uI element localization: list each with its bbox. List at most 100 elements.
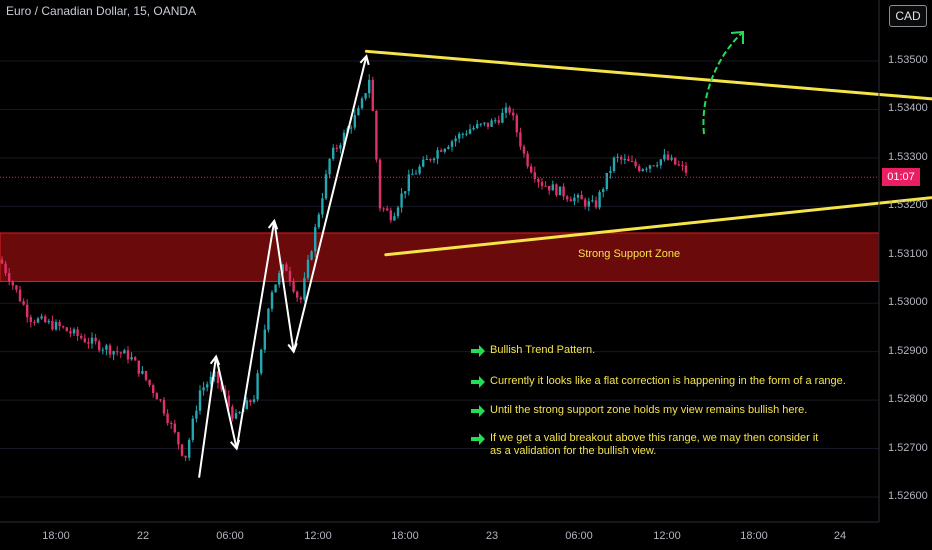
x-tick-label: 12:00 — [653, 530, 681, 542]
candle-body — [288, 271, 292, 282]
candle-body — [436, 150, 439, 159]
candle-body — [234, 413, 238, 419]
candle-body — [609, 171, 612, 173]
candle-body — [231, 406, 234, 419]
candle-body — [324, 174, 328, 199]
candle-body — [105, 345, 108, 350]
candle-body — [195, 410, 198, 419]
candle-body — [180, 444, 184, 456]
candle-body — [594, 200, 598, 208]
candle-body — [33, 322, 36, 324]
candle-body — [569, 199, 572, 202]
y-tick-label: 1.53300 — [888, 151, 928, 163]
candle-body — [371, 79, 374, 111]
candle-body — [378, 159, 382, 209]
x-tick-label: 23 — [485, 530, 499, 542]
candle-body — [522, 146, 526, 154]
candle-body — [177, 432, 180, 445]
candle-body — [526, 153, 529, 167]
x-tick-label: 22 — [136, 530, 150, 542]
candle-body — [278, 273, 281, 285]
candle-body — [447, 146, 450, 149]
candle-body — [501, 112, 504, 123]
candle-body — [375, 110, 378, 160]
candle-body — [670, 157, 673, 160]
candle-body — [414, 173, 418, 175]
candle-body — [440, 150, 443, 152]
candle-body — [47, 320, 50, 323]
candle-body — [634, 161, 637, 167]
candle-body — [36, 318, 40, 323]
candle-body — [411, 174, 414, 176]
candle-body — [58, 322, 61, 327]
candle-body — [591, 200, 594, 202]
y-tick-label: 1.53200 — [888, 199, 928, 211]
candle-body — [18, 289, 22, 302]
candle-body — [602, 189, 605, 193]
candle-body — [270, 292, 274, 309]
y-tick-label: 1.53100 — [888, 248, 928, 260]
candle-body — [317, 214, 320, 228]
currency-button[interactable]: CAD — [889, 5, 927, 27]
candle-body — [519, 132, 522, 147]
candle-body — [296, 291, 299, 298]
candle-body — [429, 159, 432, 161]
candle-body — [630, 161, 634, 163]
price-chart[interactable] — [0, 0, 932, 550]
note-item: If we get a valid breakout above this ra… — [470, 432, 830, 458]
candle-body — [188, 439, 191, 458]
candle-body — [663, 154, 666, 160]
candle-body — [566, 196, 569, 200]
candle-body — [299, 297, 302, 300]
candle-body — [537, 179, 540, 183]
candle-body — [245, 400, 248, 410]
candle-body — [26, 304, 29, 318]
candle-body — [87, 342, 90, 344]
y-tick-label: 1.53400 — [888, 102, 928, 114]
candle-body — [382, 208, 385, 210]
support-zone-rect — [0, 232, 880, 282]
candle-body — [350, 127, 353, 129]
zigzag-segment — [198, 356, 218, 478]
candle-body — [620, 156, 623, 160]
candle-body — [152, 385, 155, 394]
candle-body — [357, 108, 360, 116]
candle-body — [432, 158, 436, 161]
candle-body — [476, 124, 479, 128]
candle-body — [540, 182, 544, 186]
candle-body — [144, 371, 148, 380]
candle-body — [76, 329, 79, 337]
candle-body — [44, 316, 47, 323]
candle-body — [94, 337, 97, 342]
candle-body — [684, 165, 688, 173]
y-tick-label: 1.52900 — [888, 345, 928, 357]
candle-body — [62, 326, 65, 328]
note-text: If we get a valid breakout above this ra… — [490, 432, 819, 457]
candle-body — [562, 186, 565, 197]
candle-body — [123, 350, 126, 354]
candle-body — [15, 285, 18, 290]
green-arrow-icon — [471, 405, 485, 417]
candle-body — [418, 166, 421, 174]
candle-body — [184, 455, 187, 458]
note-item: Bullish Trend Pattern. — [470, 344, 595, 357]
candle-body — [364, 93, 367, 99]
candle-body — [108, 345, 112, 355]
candle-body — [238, 412, 241, 414]
green-arrow-icon — [471, 433, 485, 445]
zigzag-segment — [215, 356, 238, 449]
candle-body — [29, 317, 32, 323]
candle-body — [339, 145, 342, 149]
current-price-badge: 01:07 — [882, 168, 920, 186]
candle-body — [314, 227, 317, 252]
green-arrow-icon — [471, 345, 485, 357]
candle-body — [555, 184, 558, 196]
candle-body — [627, 159, 630, 162]
candle-body — [548, 185, 551, 191]
candle-body — [80, 336, 83, 339]
candle-body — [51, 320, 54, 330]
candle-body — [580, 194, 583, 200]
candle-body — [40, 316, 43, 319]
y-tick-label: 1.52700 — [888, 442, 928, 454]
candle-body — [22, 301, 25, 305]
